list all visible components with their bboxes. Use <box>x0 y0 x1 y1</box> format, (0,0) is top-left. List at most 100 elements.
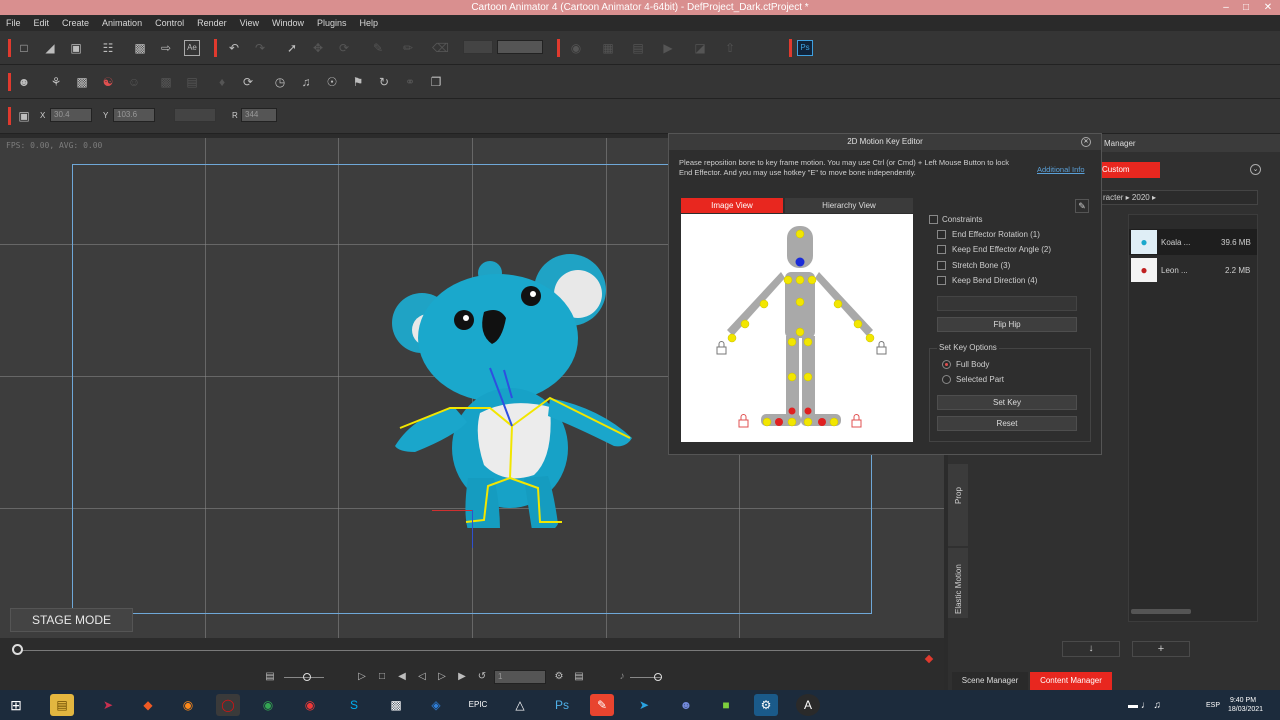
opera-icon[interactable]: ◯ <box>216 694 240 716</box>
walk-icon[interactable]: ⚑ <box>350 74 366 90</box>
menu-render[interactable]: Render <box>197 18 227 28</box>
file-explorer-icon[interactable]: ▤ <box>50 694 74 716</box>
pin-icon[interactable]: ✎ <box>1075 199 1089 213</box>
menu-create[interactable]: Create <box>62 18 89 28</box>
new-file-icon[interactable]: □ <box>16 40 32 56</box>
play-icon[interactable]: ▷ <box>354 669 370 685</box>
list-item[interactable]: ● Koala ... 39.6 MB <box>1129 229 1257 255</box>
add-icon[interactable]: + <box>1132 641 1190 657</box>
cart-icon[interactable]: ☷ <box>100 40 116 56</box>
grid-icon[interactable]: ▦ <box>600 40 616 56</box>
undo-icon[interactable]: ↶ <box>226 40 242 56</box>
discord-icon[interactable]: ☻ <box>674 694 698 716</box>
keep-bend-direction-checkbox[interactable] <box>937 276 946 285</box>
telegram-icon[interactable]: ➤ <box>632 694 656 716</box>
rotate-icon[interactable]: ⟳ <box>336 40 352 56</box>
x-input[interactable]: 30.4 <box>50 108 92 122</box>
r-input[interactable]: 344 <box>241 108 277 122</box>
motion-pilot-icon[interactable]: ⟳ <box>240 74 256 90</box>
tab-content-manager[interactable]: Content Manager <box>1030 672 1112 690</box>
chevron-down-icon[interactable]: ⌄ <box>1250 164 1261 175</box>
menu-animation[interactable]: Animation <box>102 18 142 28</box>
side-tab-elastic-motion[interactable]: Elastic Motion <box>948 548 968 618</box>
face-puppet-icon[interactable]: ☉ <box>324 74 340 90</box>
menu-plugins[interactable]: Plugins <box>317 18 347 28</box>
timer-icon[interactable]: ◷ <box>272 74 288 90</box>
tray-icons[interactable]: ▬ ♩ ♫ <box>1128 700 1161 711</box>
last-frame-icon[interactable]: ▶ <box>454 669 470 685</box>
end-effector-rotation-checkbox[interactable] <box>937 230 946 239</box>
pen-icon[interactable]: ✎ <box>370 40 386 56</box>
next-frame-icon[interactable]: ▷ <box>434 669 450 685</box>
loop-playback-icon[interactable]: ↺ <box>474 669 490 685</box>
layer-icon[interactable]: ▤ <box>630 40 646 56</box>
duplicate-icon[interactable]: ❐ <box>428 74 444 90</box>
open-folder-icon[interactable]: ◢ <box>42 40 58 56</box>
epic-games-icon[interactable]: EPIC <box>466 694 490 716</box>
timeline-view-icon[interactable]: ▤ <box>571 669 587 685</box>
first-frame-icon[interactable]: ◀ <box>394 669 410 685</box>
keep-end-effector-angle-checkbox[interactable] <box>937 245 946 254</box>
timeline-scrubber[interactable] <box>12 644 23 655</box>
volume-icon[interactable]: ♪ <box>614 669 630 685</box>
face-key-icon[interactable]: ☺ <box>126 74 142 90</box>
app-icon-a[interactable]: A <box>796 694 820 716</box>
save-icon[interactable]: ▣ <box>68 40 84 56</box>
sprite-icon[interactable]: ▩ <box>74 74 90 90</box>
vs-icon[interactable]: ◈ <box>424 694 448 716</box>
full-body-radio[interactable] <box>942 360 951 369</box>
y-input[interactable]: 103.6 <box>113 108 155 122</box>
transform-icon[interactable]: ▣ <box>16 108 32 124</box>
menu-file[interactable]: File <box>6 18 21 28</box>
redo-icon[interactable]: ↷ <box>252 40 268 56</box>
brave-icon[interactable]: ◆ <box>136 694 160 716</box>
unity-icon[interactable]: △ <box>508 694 532 716</box>
eraser-icon[interactable]: ⌫ <box>432 40 449 56</box>
sprite-key-icon[interactable]: ▤ <box>184 74 200 90</box>
import-icon[interactable]: ▩ <box>132 40 148 56</box>
bone-image-view[interactable] <box>681 214 913 442</box>
settings-gear-icon[interactable]: ⚙ <box>551 669 567 685</box>
set-key-button[interactable]: Set Key <box>937 395 1077 410</box>
zoom-field[interactable] <box>497 40 543 54</box>
reset-button[interactable]: Reset <box>937 416 1077 431</box>
photoshop-taskbar-icon[interactable]: Ps <box>550 694 574 716</box>
minecraft-icon[interactable]: ■ <box>714 694 738 716</box>
koala-character[interactable] <box>380 248 640 528</box>
after-effects-icon[interactable]: Ae <box>184 40 200 56</box>
motion-key-icon[interactable]: ☯ <box>100 74 116 90</box>
audio-icon[interactable]: ♫ <box>298 74 314 90</box>
steam-icon[interactable]: ⚙ <box>754 694 778 716</box>
maximize-button[interactable]: □ <box>1236 0 1256 15</box>
skype-icon[interactable]: S <box>342 694 366 716</box>
menu-edit[interactable]: Edit <box>34 18 50 28</box>
cartoon-animator-icon[interactable]: ✎ <box>590 694 614 716</box>
tab-hierarchy-view[interactable]: Hierarchy View <box>785 198 913 213</box>
app-icon-1[interactable]: ➤ <box>96 694 120 716</box>
tab-image-view[interactable]: Image View <box>681 198 783 213</box>
volume-slider[interactable] <box>654 673 662 681</box>
additional-info-link[interactable]: Additional Info <box>1037 165 1085 174</box>
minimize-button[interactable]: – <box>1216 0 1236 15</box>
selected-part-radio[interactable] <box>942 375 951 384</box>
close-button[interactable]: ✕ <box>1258 0 1278 15</box>
flip-hip-button[interactable]: Flip Hip <box>937 317 1077 332</box>
firefox-icon[interactable]: ◉ <box>176 694 200 716</box>
download-icon[interactable]: ↓ <box>1062 641 1120 657</box>
menu-control[interactable]: Control <box>155 18 184 28</box>
tab-scene-manager[interactable]: Scene Manager <box>952 672 1028 690</box>
vivaldi-icon[interactable]: ◉ <box>298 694 322 716</box>
speed-slider[interactable] <box>303 673 311 681</box>
breadcrumb-a[interactable]: racter <box>1103 193 1123 202</box>
side-tab-prop[interactable]: Prop <box>948 464 968 546</box>
constraints-checkbox[interactable] <box>929 215 938 224</box>
stretch-bone-checkbox[interactable] <box>937 261 946 270</box>
puppet-icon[interactable]: ♦ <box>214 74 230 90</box>
clock[interactable]: 9:40 PM 18/03/2021 <box>1228 696 1263 714</box>
stage-mode-button[interactable]: STAGE MODE <box>10 608 133 632</box>
bone-edit-icon[interactable]: ⚘ <box>48 74 64 90</box>
loop-icon[interactable]: ↻ <box>376 74 392 90</box>
custom-tab[interactable]: Custom <box>1096 162 1160 178</box>
breadcrumb-b[interactable]: 2020 <box>1132 193 1150 202</box>
move-icon[interactable]: ✥ <box>310 40 326 56</box>
